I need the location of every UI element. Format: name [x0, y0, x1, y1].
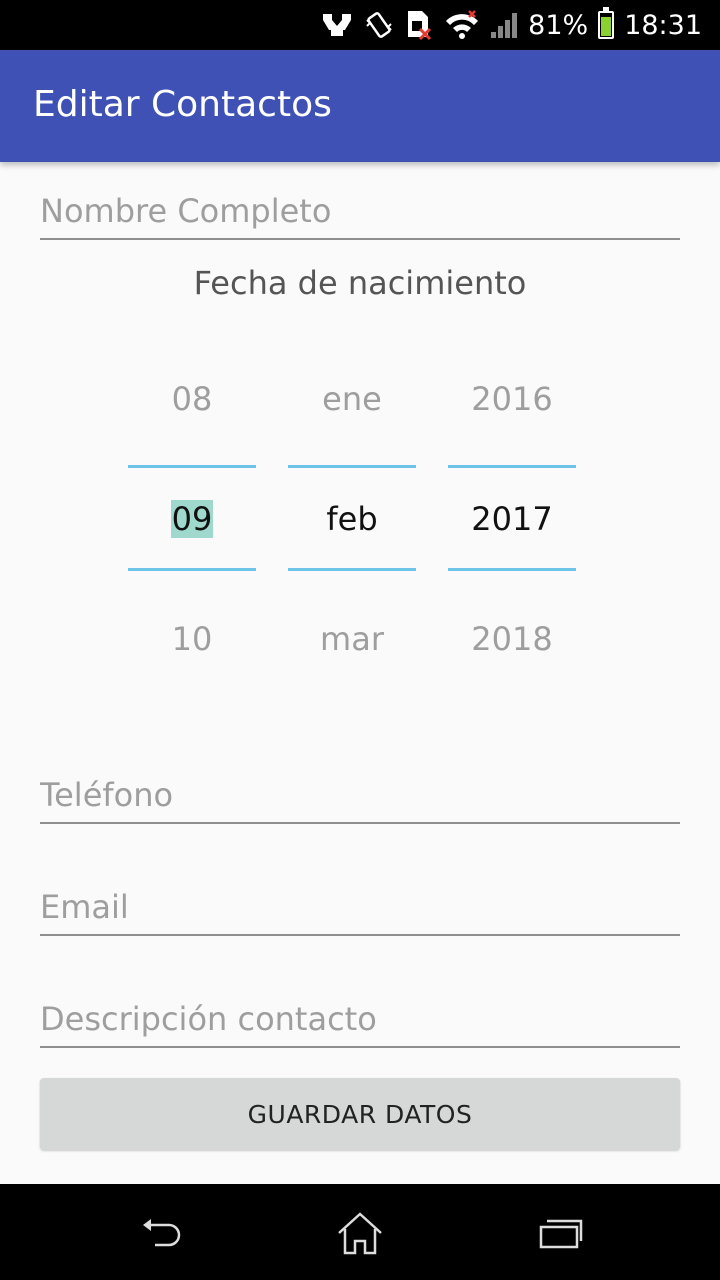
wifi-icon — [444, 9, 480, 41]
year-prev[interactable]: 2016 — [448, 380, 576, 418]
full-name-field — [40, 192, 680, 240]
home-icon — [338, 1212, 382, 1255]
day-divider-top — [128, 465, 256, 468]
app-bar: Editar Contactos — [0, 50, 720, 162]
back-icon — [143, 1219, 181, 1247]
recent-apps-icon — [539, 1219, 583, 1249]
battery-icon — [598, 7, 615, 39]
month-prev[interactable]: ene — [288, 380, 416, 418]
battery-percent: 81% — [528, 9, 589, 41]
year-current[interactable]: 2017 — [448, 500, 576, 538]
day-divider-bottom — [128, 568, 256, 571]
status-bar: 81% 18:31 — [0, 0, 720, 50]
signal-icon — [490, 10, 518, 40]
email-field — [40, 888, 680, 936]
home-button[interactable] — [330, 1208, 390, 1258]
page-title: Editar Contactos — [33, 84, 332, 125]
year-spinner[interactable]: 2016 2017 2018 — [448, 350, 576, 690]
full-name-input[interactable] — [40, 192, 680, 238]
back-button[interactable] — [130, 1208, 190, 1258]
day-prev[interactable]: 08 — [128, 380, 256, 418]
email-input[interactable] — [40, 888, 680, 934]
day-current[interactable]: 09 — [128, 500, 256, 538]
sim-error-icon — [404, 9, 434, 41]
navigation-bar — [0, 1184, 720, 1280]
vibrate-icon — [364, 10, 394, 40]
month-divider-top — [288, 465, 416, 468]
save-button[interactable]: GUARDAR DATOS — [40, 1078, 680, 1150]
month-divider-bottom — [288, 568, 416, 571]
description-input[interactable] — [40, 1000, 680, 1046]
phone-field — [40, 776, 680, 824]
year-divider-top — [448, 465, 576, 468]
year-divider-bottom — [448, 568, 576, 571]
day-spinner[interactable]: 08 09 10 — [128, 350, 256, 690]
recent-apps-button[interactable] — [530, 1208, 590, 1258]
clock: 18:31 — [624, 9, 702, 41]
month-spinner[interactable]: ene feb mar — [288, 350, 416, 690]
day-next[interactable]: 10 — [128, 620, 256, 658]
status-icons: 81% 18:31 — [320, 0, 702, 50]
birth-date-label: Fecha de nacimiento — [193, 264, 527, 302]
month-current[interactable]: feb — [288, 500, 416, 538]
year-next[interactable]: 2018 — [448, 620, 576, 658]
day-current-value[interactable]: 09 — [170, 500, 214, 538]
nfc-icon — [320, 10, 354, 40]
month-next[interactable]: mar — [288, 620, 416, 658]
description-field — [40, 1000, 680, 1048]
phone-input[interactable] — [40, 776, 680, 822]
date-picker[interactable]: 08 09 10 ene feb mar 2016 2017 2018 — [128, 350, 576, 690]
